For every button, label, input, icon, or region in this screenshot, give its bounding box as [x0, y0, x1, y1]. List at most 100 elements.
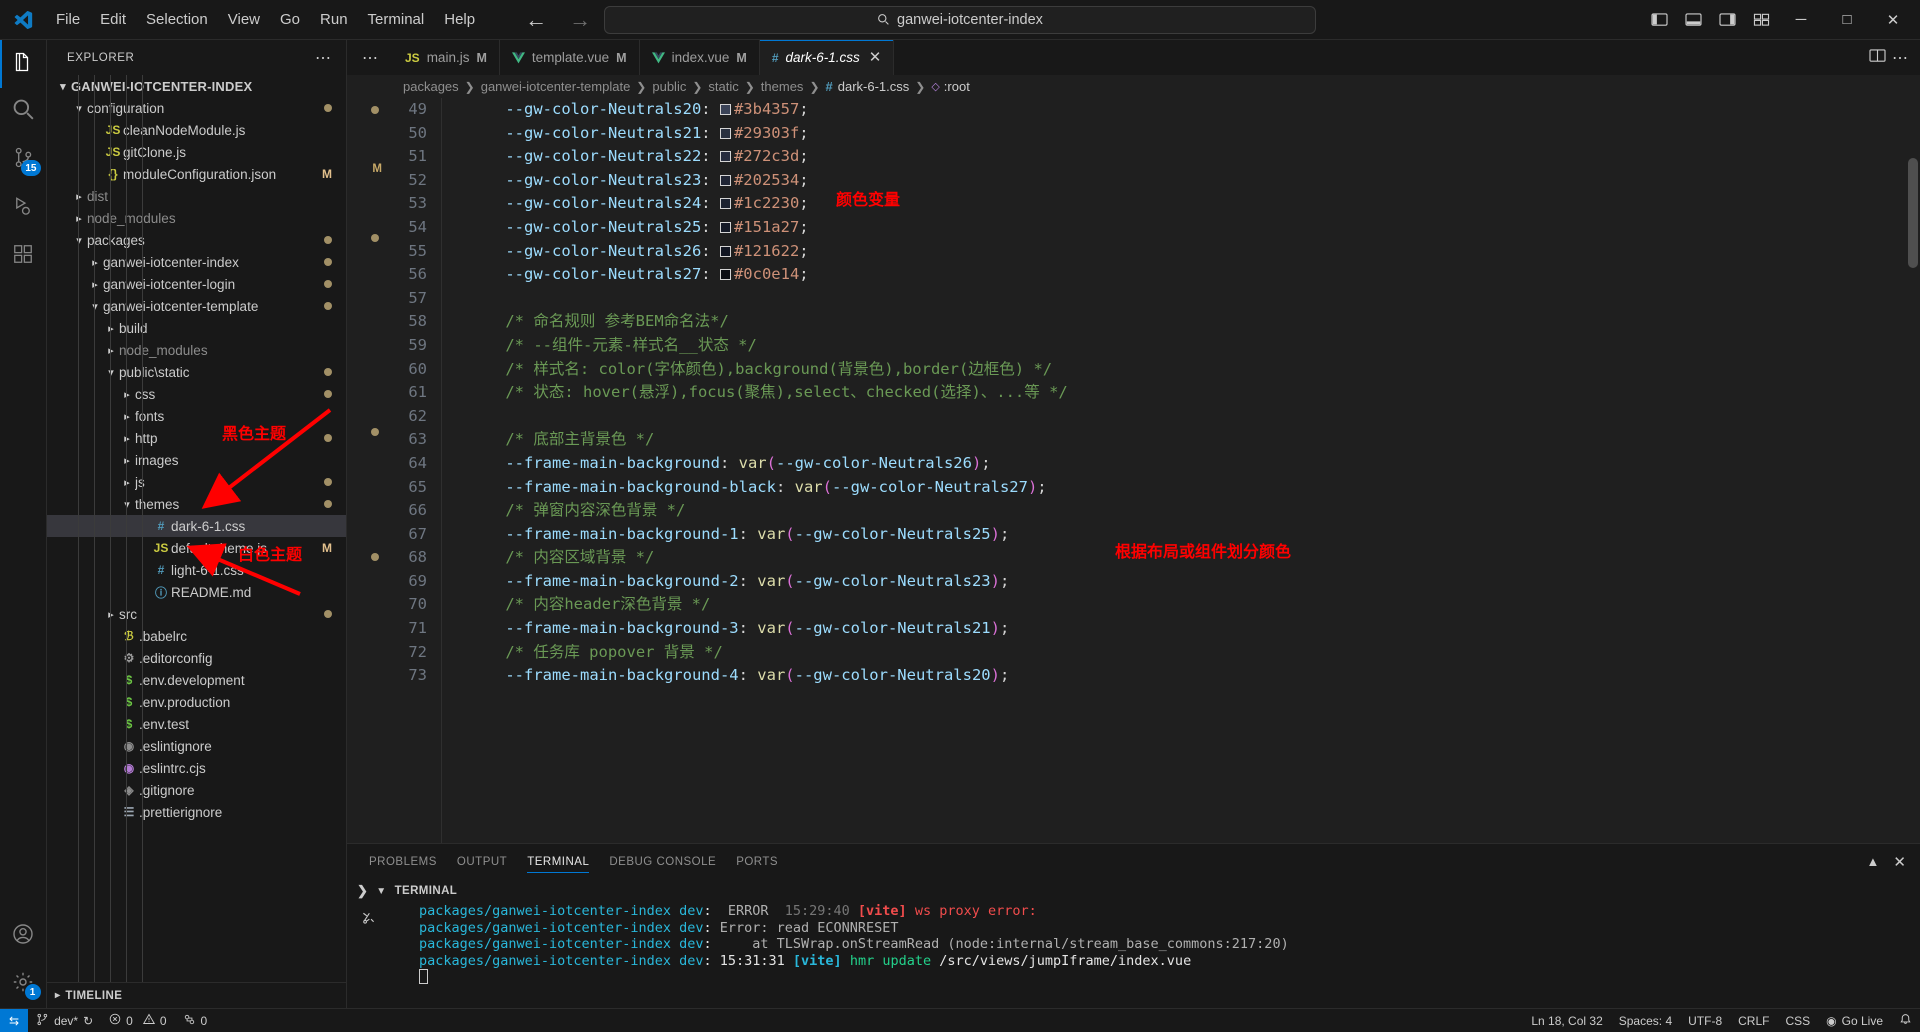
sync-icon[interactable]: ↻ — [83, 1014, 93, 1028]
close-icon[interactable]: ✕ — [1893, 853, 1906, 871]
color-swatch-icon[interactable] — [720, 175, 731, 186]
code-line[interactable]: --frame-main-background-1: var(--gw-colo… — [468, 523, 1920, 547]
tree-item-gitclone-js[interactable]: JSgitClone.js — [47, 141, 346, 163]
tree-item-http[interactable]: ▸http — [47, 427, 346, 449]
editor-vertical-scrollbar[interactable] — [1908, 158, 1918, 268]
tree-item-prettierignore[interactable]: ☰.prettierignore — [47, 801, 346, 823]
status-eol[interactable]: CRLF — [1730, 1009, 1777, 1032]
tree-item-images[interactable]: ▸images — [47, 449, 346, 471]
editor-tab-main-js[interactable]: JSmain.jsM — [393, 40, 500, 75]
command-center[interactable]: ganwei-iotcenter-index — [604, 6, 1316, 34]
tree-item-default-theme-js[interactable]: JSdefault-theme.jsM — [47, 537, 346, 559]
tab-close-icon[interactable]: ✕ — [869, 50, 882, 65]
timeline-section[interactable]: ▸ TIMELINE — [47, 982, 346, 1008]
breadcrumb-item-themes[interactable]: themes — [761, 79, 804, 94]
tree-item-ganwei-iotcenter-index[interactable]: ▸ganwei-iotcenter-index — [47, 251, 346, 273]
breadcrumb-item-symbol[interactable]: :root — [944, 79, 970, 94]
terminal-kill-icon[interactable] — [360, 909, 377, 931]
code-line[interactable] — [468, 287, 1920, 311]
code-line[interactable]: /* 内容区域背景 */ — [468, 546, 1920, 570]
code-line[interactable]: --gw-color-Neutrals27: #0c0e14; — [468, 263, 1920, 287]
arrow-left-icon[interactable]: ← — [525, 9, 547, 31]
tree-item-env-test[interactable]: $.env.test — [47, 713, 346, 735]
breadcrumb-item-ganwei-iotcenter-template[interactable]: ganwei-iotcenter-template — [481, 79, 631, 94]
code-line[interactable]: --frame-main-background-2: var(--gw-colo… — [468, 570, 1920, 594]
activity-item-run-and-debug[interactable] — [0, 184, 47, 232]
menu-item-run[interactable]: Run — [310, 7, 358, 32]
menu-item-view[interactable]: View — [218, 7, 270, 32]
color-swatch-icon[interactable] — [720, 151, 731, 162]
tree-item-dark-6-1-css[interactable]: #dark-6-1.css — [47, 515, 346, 537]
file-tree[interactable]: ▾ GANWEI-IOTCENTER-INDEX ▾configurationJ… — [47, 75, 346, 982]
editor-more-actions-ellipsis-icon[interactable]: ⋯ — [1892, 48, 1908, 68]
code-line[interactable]: /* --组件-元素-样式名__状态 */ — [468, 334, 1920, 358]
code-line[interactable]: --gw-color-Neutrals20: #3b4357; — [468, 98, 1920, 122]
code-line[interactable]: --gw-color-Neutrals23: #202534; — [468, 169, 1920, 193]
tree-item-packages[interactable]: ▾packages — [47, 229, 346, 251]
panel-tab-problems[interactable]: PROBLEMS — [359, 844, 447, 879]
status-language-mode[interactable]: CSS — [1777, 1009, 1818, 1032]
status-remote-indicator[interactable]: ⇆ — [0, 1009, 28, 1032]
code-line[interactable]: --frame-main-background: var(--gw-color-… — [468, 452, 1920, 476]
chevron-up-icon[interactable]: ▲ — [1867, 854, 1880, 869]
code-line[interactable]: /* 命名规则 参考BEM命名法*/ — [468, 310, 1920, 334]
color-swatch-icon[interactable] — [720, 246, 731, 257]
status-encoding[interactable]: UTF-8 — [1680, 1009, 1730, 1032]
color-swatch-icon[interactable] — [720, 104, 731, 115]
tree-item-node-modules[interactable]: ▸node_modules — [47, 339, 346, 361]
menu-item-edit[interactable]: Edit — [90, 7, 136, 32]
tree-root-ganwei-iotcenter-index[interactable]: ▾ GANWEI-IOTCENTER-INDEX — [47, 75, 346, 97]
status-go-live[interactable]: ◉ Go Live — [1818, 1009, 1891, 1032]
tree-item-eslintrc-cjs[interactable]: ◉.eslintrc.cjs — [47, 757, 346, 779]
split-editor-icon[interactable] — [1869, 48, 1886, 68]
tree-item-configuration[interactable]: ▾configuration — [47, 97, 346, 119]
editor-tab-dark-6-1-css[interactable]: #dark-6-1.css✕ — [760, 40, 895, 75]
tree-item-gitignore[interactable]: ◈.gitignore — [47, 779, 346, 801]
code-line[interactable] — [468, 405, 1920, 429]
code-line[interactable]: /* 状态: hover(悬浮),focus(聚焦),select、checke… — [468, 381, 1920, 405]
tree-item-cleannodemodule-js[interactable]: JScleanNodeModule.js — [47, 119, 346, 141]
status-branch[interactable]: dev* ↻ — [28, 1009, 101, 1032]
breadcrumb-item-file[interactable]: dark-6-1.css — [838, 79, 910, 94]
arrow-right-icon[interactable]: → — [569, 9, 591, 31]
color-swatch-icon[interactable] — [720, 128, 731, 139]
terminal-body[interactable]: packages/ganwei-iotcenter-index dev: ERR… — [347, 903, 1920, 1008]
color-swatch-icon[interactable] — [720, 269, 731, 280]
status-problems[interactable]: 0 0 — [101, 1009, 174, 1032]
code-line[interactable]: /* 样式名: color(字体颜色),background(背景色),bord… — [468, 358, 1920, 382]
code-content[interactable]: --gw-color-Neutrals20: #3b4357; --gw-col… — [442, 98, 1920, 843]
breadcrumb-item-static[interactable]: static — [708, 79, 738, 94]
panel-tab-debug-console[interactable]: DEBUG CONSOLE — [599, 844, 726, 879]
panel-tab-terminal[interactable]: TERMINAL — [517, 844, 599, 879]
menu-item-selection[interactable]: Selection — [136, 7, 218, 32]
tree-item-babelrc[interactable]: ℬ.babelrc — [47, 625, 346, 647]
status-indentation[interactable]: Spaces: 4 — [1611, 1009, 1680, 1032]
code-line[interactable]: --gw-color-Neutrals24: #1c2230; — [468, 192, 1920, 216]
code-line[interactable]: --frame-main-background-black: var(--gw-… — [468, 476, 1920, 500]
tree-item-light-6-1-css[interactable]: #light-6-1.css — [47, 559, 346, 581]
activity-item-settings[interactable]: 1 — [0, 960, 47, 1008]
tree-item-themes[interactable]: ▾themes — [47, 493, 346, 515]
window-close-button[interactable]: ✕ — [1870, 0, 1916, 40]
window-maximize-button[interactable]: □ — [1824, 0, 1870, 40]
tree-item-node-modules[interactable]: ▸node_modules — [47, 207, 346, 229]
menu-item-file[interactable]: File — [46, 7, 90, 32]
color-swatch-icon[interactable] — [720, 222, 731, 233]
customize-layout-icon[interactable] — [1744, 3, 1778, 37]
tree-item-css[interactable]: ▸css — [47, 383, 346, 405]
code-line[interactable]: --gw-color-Neutrals21: #29303f; — [468, 122, 1920, 146]
tree-item-fonts[interactable]: ▸fonts — [47, 405, 346, 427]
toggle-secondary-sidebar-icon[interactable] — [1710, 3, 1744, 37]
breadcrumb-item-public[interactable]: public — [652, 79, 686, 94]
tree-item-env-production[interactable]: $.env.production — [47, 691, 346, 713]
status-cursor-position[interactable]: Ln 18, Col 32 — [1523, 1009, 1610, 1032]
code-line[interactable]: /* 任务库 popover 背景 */ — [468, 641, 1920, 665]
status-ports[interactable]: 0 — [175, 1009, 216, 1032]
tree-item-ganwei-iotcenter-login[interactable]: ▸ganwei-iotcenter-login — [47, 273, 346, 295]
tree-item-build[interactable]: ▸build — [47, 317, 346, 339]
menu-item-go[interactable]: Go — [270, 7, 310, 32]
panel-tab-ports[interactable]: PORTS — [726, 844, 788, 879]
toggle-panel-icon[interactable] — [1676, 3, 1710, 37]
code-editor[interactable]: M 49505152535455565758596061626364656667… — [347, 98, 1920, 843]
editor-tab-index-vue[interactable]: index.vueM — [640, 40, 760, 75]
